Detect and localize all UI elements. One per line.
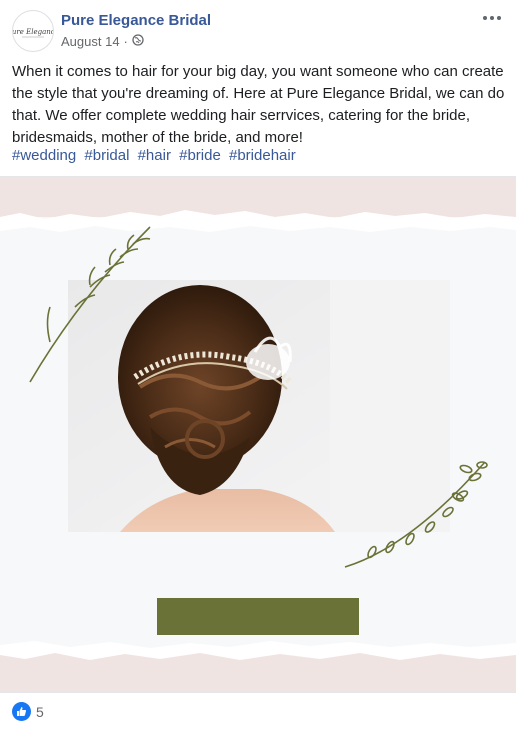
more-options-icon[interactable] <box>480 10 504 26</box>
hashtag-bridal[interactable]: #bridal <box>84 147 129 164</box>
meta-separator: · <box>123 34 128 49</box>
post-header: Pure Elegance Pure Elegance Bridal Augus… <box>12 10 504 54</box>
hashtag-list: #wedding #bridal #hair #bride #bridehair <box>12 145 300 167</box>
torn-paper-bottom <box>0 641 516 692</box>
torn-paper-top <box>0 177 516 237</box>
hashtag-bridehair[interactable]: #bridehair <box>229 147 296 164</box>
hashtag-hair[interactable]: #hair <box>138 147 171 164</box>
hashtag-bride[interactable]: #bride <box>179 147 221 164</box>
reaction-summary[interactable]: 5 <box>12 702 44 721</box>
post-body-text: When it comes to hair for your big day, … <box>12 63 505 146</box>
page-avatar[interactable]: Pure Elegance <box>12 10 54 52</box>
globe-icon <box>132 34 144 49</box>
post-date[interactable]: August 14 <box>61 34 120 49</box>
hashtag-wedding[interactable]: #wedding <box>12 147 76 164</box>
reaction-count: 5 <box>36 703 44 720</box>
like-icon <box>12 702 31 721</box>
bride-hair-photo <box>68 280 450 532</box>
svg-text:Pure Elegance: Pure Elegance <box>13 28 53 36</box>
post-image[interactable] <box>0 176 516 693</box>
green-banner <box>157 598 359 635</box>
post-meta: August 14 · <box>61 34 144 49</box>
page-name-link[interactable]: Pure Elegance Bridal <box>61 12 211 29</box>
